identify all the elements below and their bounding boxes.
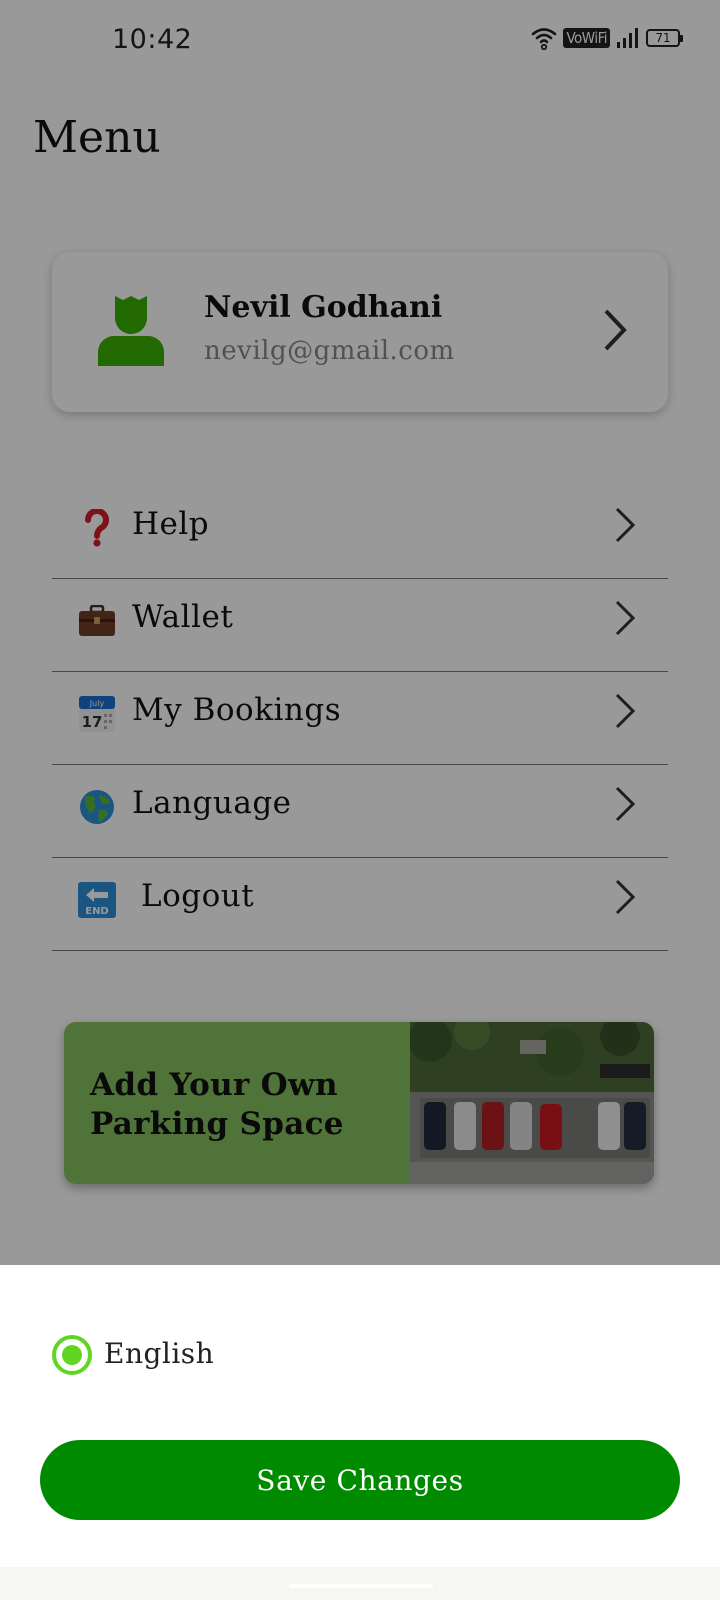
language-option-label[interactable]: English <box>104 1337 214 1370</box>
menu-screen: 10:42 VoWiFi 71 Menu Nevil Godhani nevil… <box>0 0 720 1265</box>
system-navigation-bar <box>0 1567 720 1600</box>
save-changes-button[interactable]: Save Changes <box>40 1440 680 1520</box>
home-gesture-handle[interactable] <box>289 1584 433 1588</box>
language-bottom-sheet: English Save Changes <box>0 1265 720 1567</box>
modal-overlay[interactable] <box>0 0 720 1265</box>
radio-english[interactable] <box>52 1335 92 1375</box>
